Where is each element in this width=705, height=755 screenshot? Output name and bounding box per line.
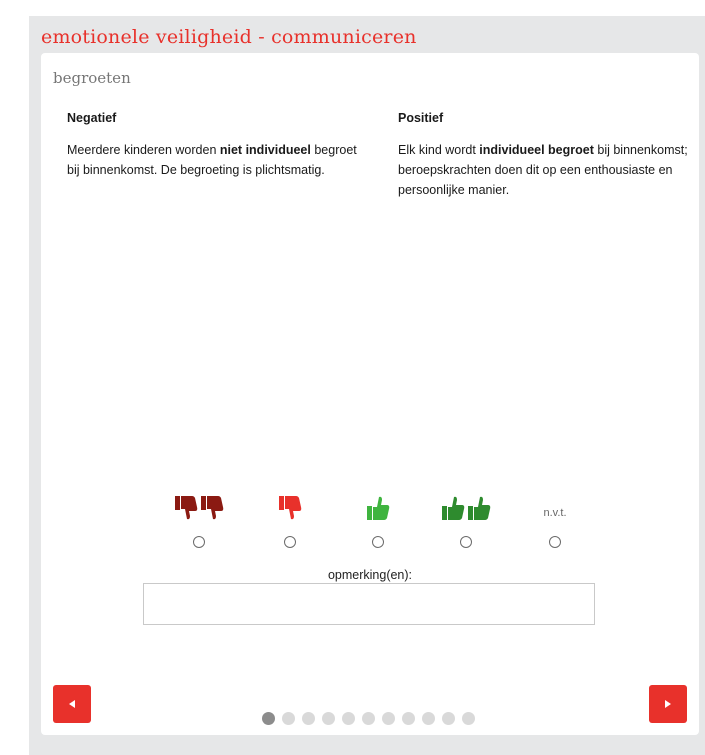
negative-text-before: Meerdere kinderen worden	[67, 143, 220, 157]
previous-button[interactable]	[53, 685, 91, 723]
thumbs-down-icon	[279, 496, 302, 520]
assessment-frame: emotionele veiligheid - communiceren beg…	[29, 16, 705, 755]
pagination-dot[interactable]	[402, 712, 415, 725]
pagination-dot[interactable]	[422, 712, 435, 725]
negative-heading: Negatief	[67, 111, 117, 125]
rating-radio-nvt[interactable]	[549, 536, 561, 548]
remark-label: opmerking(en):	[327, 568, 413, 582]
rating-radio-1[interactable]	[193, 536, 205, 548]
pagination-dot[interactable]	[442, 712, 455, 725]
negative-text-bold: niet individueel	[219, 143, 311, 157]
thumbs-up-icon	[468, 496, 491, 520]
thumbs-up-icon	[442, 496, 465, 520]
pagination-dot[interactable]	[262, 712, 275, 725]
negative-column: Negatief Meerdere kinderen worden niet i…	[67, 108, 357, 180]
rating-radio-4[interactable]	[460, 536, 472, 548]
rating-option-very-negative[interactable]	[159, 485, 239, 555]
double-thumbs-down-icon	[159, 485, 239, 521]
thumbs-down-icon	[175, 496, 198, 520]
chevron-left-icon	[69, 700, 75, 708]
remark-textarea[interactable]	[143, 583, 595, 625]
pagination-dot[interactable]	[282, 712, 295, 725]
double-thumbs-up-icon	[426, 485, 506, 521]
pagination-dot[interactable]	[362, 712, 375, 725]
rating-radio-2[interactable]	[284, 536, 296, 548]
rating-scale: n.v.t.	[41, 485, 699, 555]
section-title: emotionele veiligheid - communiceren	[41, 26, 417, 48]
positive-description: Elk kind wordt individueel begroet bij b…	[398, 140, 688, 200]
positive-text-bold: individueel begroet	[479, 143, 594, 157]
pagination-dot[interactable]	[382, 712, 395, 725]
negative-description: Meerdere kinderen worden niet individuee…	[67, 140, 357, 180]
pagination-dot[interactable]	[462, 712, 475, 725]
nvt-label: n.v.t.	[543, 507, 567, 519]
thumbs-up-icon	[367, 496, 390, 520]
card-title: begroeten	[53, 69, 131, 87]
pagination-dot[interactable]	[342, 712, 355, 725]
positive-text-before: Elk kind wordt	[398, 143, 480, 157]
pagination-dots	[262, 712, 475, 725]
rating-option-not-applicable[interactable]: n.v.t.	[515, 485, 595, 555]
question-card: begroeten Negatief Meerdere kinderen wor…	[41, 53, 699, 735]
positive-heading: Positief	[398, 111, 444, 125]
rating-option-positive[interactable]	[338, 485, 418, 555]
rating-option-negative[interactable]	[250, 485, 330, 555]
positive-column: Positief Elk kind wordt individueel begr…	[398, 108, 688, 200]
pagination-dot[interactable]	[302, 712, 315, 725]
rating-option-very-positive[interactable]	[426, 485, 506, 555]
rating-radio-3[interactable]	[372, 536, 384, 548]
thumbs-down-icon	[201, 496, 224, 520]
next-button[interactable]	[649, 685, 687, 723]
chevron-right-icon	[665, 700, 671, 708]
pagination-dot[interactable]	[322, 712, 335, 725]
